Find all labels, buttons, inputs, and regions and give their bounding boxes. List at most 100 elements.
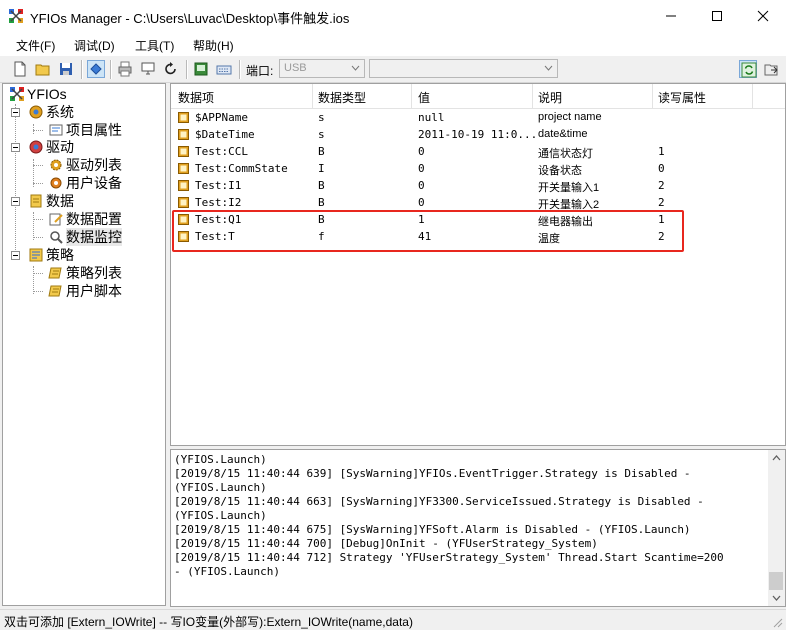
- column-header-value[interactable]: 值: [418, 89, 430, 106]
- device-select[interactable]: [369, 59, 558, 78]
- table-row[interactable]: Test:CCL B 0 通信状态灯 1: [171, 143, 785, 160]
- tree-label: YFIOs: [27, 86, 67, 102]
- open-button[interactable]: [34, 60, 52, 78]
- script-icon: [48, 285, 62, 297]
- status-text: 双击可添加 [Extern_IOWrite] -- 写IO变量(外部写):Ext…: [4, 615, 413, 629]
- tree-line: [33, 212, 34, 240]
- tree-item-strategy-list[interactable]: 策略列表: [48, 264, 122, 282]
- tree-item-system[interactable]: 系统: [29, 103, 74, 121]
- collapse-toggle-system[interactable]: [11, 108, 20, 117]
- menu-tools[interactable]: 工具(T): [135, 37, 174, 54]
- cell-type: s: [318, 111, 325, 124]
- log-line: [2019/8/15 11:40:44 675] [SysWarning]YFS…: [174, 523, 691, 536]
- menu-file[interactable]: 文件(F): [16, 37, 55, 54]
- menu-debug[interactable]: 调试(D): [74, 37, 115, 54]
- cell-description: date&time: [538, 128, 588, 140]
- tree-item-data-config[interactable]: 数据配置: [49, 210, 122, 228]
- cell-readwrite: 1: [658, 145, 665, 158]
- debug-mode-button[interactable]: [87, 60, 105, 78]
- cell-name: $DateTime: [195, 128, 255, 141]
- maximize-icon: [712, 11, 722, 21]
- tree-line: [15, 104, 16, 256]
- tree-label: 策略列表: [66, 265, 122, 281]
- data-item-icon: [178, 146, 189, 157]
- minimize-button[interactable]: [648, 0, 694, 32]
- cell-value: 0: [418, 145, 425, 158]
- toolbar-separator: [186, 60, 188, 79]
- print-button[interactable]: [116, 60, 134, 78]
- table-row[interactable]: $DateTime s 2011-10-19 11:0... date&time: [171, 126, 785, 143]
- open-folder-icon: [35, 64, 50, 76]
- tree-label: 数据配置: [66, 211, 122, 227]
- tree-item-strategy[interactable]: 策略: [29, 246, 74, 264]
- collapse-toggle-driver[interactable]: [11, 143, 20, 152]
- column-divider[interactable]: [312, 84, 313, 108]
- app-logo-icon: [10, 87, 24, 101]
- column-divider[interactable]: [411, 84, 412, 108]
- log-output[interactable]: (YFIOS.Launch) [2019/8/15 11:40:44 639] […: [170, 449, 786, 607]
- tree-item-data-monitor[interactable]: 数据监控: [50, 228, 122, 246]
- keyboard-button[interactable]: [215, 60, 233, 78]
- column-header-readwrite[interactable]: 读写属性: [658, 89, 706, 106]
- table-row[interactable]: Test:CommState I 0 设备状态 0: [171, 160, 785, 177]
- column-header-description[interactable]: 说明: [538, 89, 562, 106]
- cell-value: 0: [418, 162, 425, 175]
- column-header-type[interactable]: 数据类型: [318, 89, 366, 106]
- column-divider[interactable]: [532, 84, 533, 108]
- table-header: 数据项 数据类型 值 说明 读写属性: [171, 84, 785, 109]
- tree-item-data[interactable]: 数据: [30, 192, 74, 210]
- column-divider[interactable]: [752, 84, 753, 108]
- minimize-icon: [666, 15, 676, 17]
- cell-description: 通信状态灯: [538, 148, 593, 160]
- device-button[interactable]: [192, 60, 210, 78]
- export-button[interactable]: [762, 60, 780, 78]
- printer-icon: [118, 61, 132, 77]
- tree-item-user-device[interactable]: 用户设备: [50, 174, 122, 192]
- keyboard-icon: [216, 65, 232, 75]
- new-button[interactable]: [11, 60, 29, 78]
- collapse-toggle-data[interactable]: [11, 197, 20, 206]
- script-icon: [48, 267, 62, 279]
- maximize-button[interactable]: [694, 0, 740, 32]
- device-icon: [50, 177, 62, 189]
- table-row[interactable]: Test:I1 B 0 开关量输入1 2: [171, 177, 785, 194]
- cell-type: B: [318, 145, 325, 158]
- data-monitor-table: 数据项 数据类型 值 说明 读写属性 $APPName s null project …: [170, 83, 786, 446]
- toolbar-separator: [110, 60, 112, 79]
- tree-root-yfios[interactable]: YFIOs: [10, 85, 67, 103]
- sync-button[interactable]: [739, 60, 757, 78]
- column-header-item[interactable]: 数据项: [178, 89, 214, 106]
- tree-item-project-properties[interactable]: 项目属性: [49, 121, 122, 139]
- column-divider[interactable]: [652, 84, 653, 108]
- tree-line: [33, 219, 43, 220]
- tree-item-driver[interactable]: 驱动: [29, 138, 74, 156]
- table-row[interactable]: Test:I2 B 0 开关量输入2 2: [171, 194, 785, 211]
- sync-icon: [741, 62, 757, 78]
- log-line: (YFIOS.Launch): [174, 481, 267, 494]
- scroll-down-icon[interactable]: [772, 595, 781, 601]
- table-row[interactable]: $APPName s null project name: [171, 109, 785, 126]
- window-title: YFIOs Manager - C:\Users\Luvac\Desktop\事…: [30, 11, 350, 26]
- save-button[interactable]: [57, 60, 75, 78]
- resize-grip-icon[interactable]: [771, 616, 783, 628]
- diamond-icon: [90, 63, 102, 75]
- driver-icon: [29, 140, 43, 154]
- status-bar: 双击可添加 [Extern_IOWrite] -- 写IO变量(外部写):Ext…: [0, 609, 786, 630]
- scroll-up-icon[interactable]: [772, 455, 781, 461]
- scrollbar-thumb[interactable]: [769, 572, 783, 590]
- cell-type: s: [318, 128, 325, 141]
- log-scrollbar[interactable]: [768, 450, 785, 606]
- menu-help[interactable]: 帮助(H): [193, 37, 234, 54]
- log-line: [2019/8/15 11:40:44 700] [Debug]OnInit -…: [174, 537, 598, 550]
- close-button[interactable]: [740, 0, 786, 32]
- tree-item-driver-list[interactable]: 驱动列表: [50, 156, 122, 174]
- cell-description: 设备状态: [538, 165, 582, 177]
- cell-description: 开关量输入1: [538, 182, 600, 194]
- refresh-button[interactable]: [162, 60, 180, 78]
- monitor-button[interactable]: [139, 60, 157, 78]
- port-select[interactable]: USB: [279, 59, 365, 78]
- tree-line: [33, 124, 34, 134]
- cell-description: project name: [538, 111, 602, 123]
- collapse-toggle-strategy[interactable]: [11, 251, 20, 260]
- tree-item-user-script[interactable]: 用户脚本: [48, 282, 122, 300]
